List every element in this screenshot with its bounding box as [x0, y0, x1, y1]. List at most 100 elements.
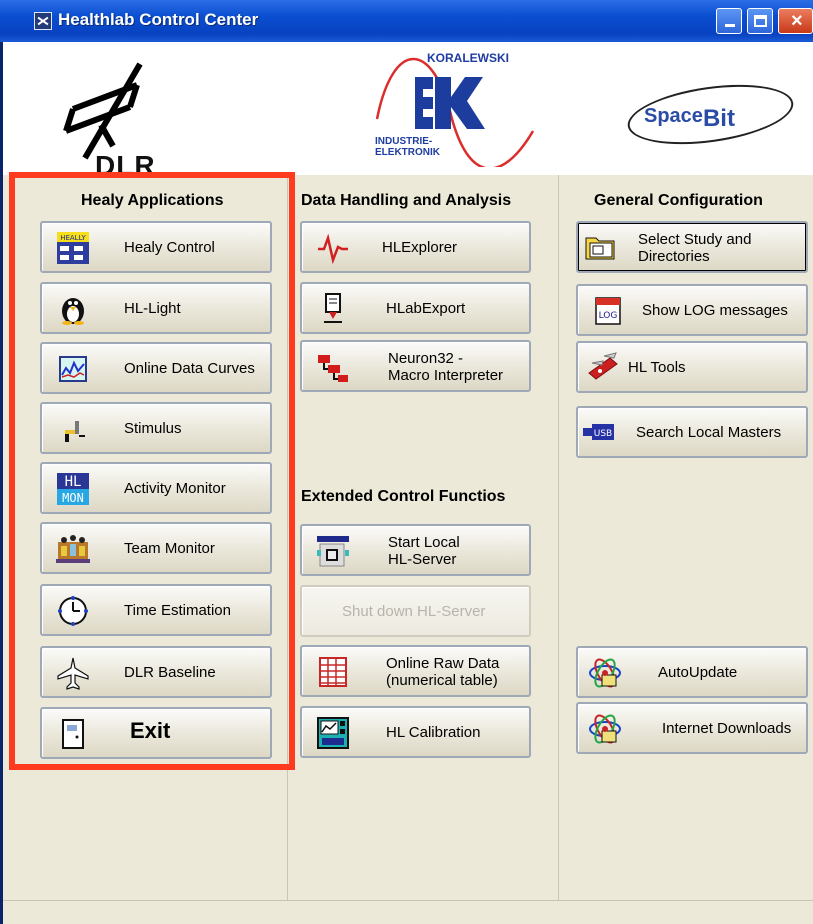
- exit-icon: [62, 719, 84, 749]
- hl-calibration-label: HL Calibration: [386, 724, 481, 741]
- log-icon: LOG: [595, 297, 621, 325]
- online-data-curves-button[interactable]: Online Data Curves: [40, 342, 272, 394]
- select-study-directories-label-line2: Directories: [638, 248, 710, 265]
- divider-left: [287, 175, 288, 905]
- start-local-hl-server-label-line2: HL-Server: [388, 551, 457, 568]
- select-study-directories-label: Select Study and Directories: [638, 231, 751, 265]
- heading-data-handling: Data Handling and Analysis: [301, 192, 512, 209]
- app-icon: [34, 12, 52, 30]
- heading-healy-applications: Healy Applications: [81, 192, 224, 209]
- usb-icon-text: USB: [594, 429, 612, 439]
- heading-extended-control: Extended Control Functios: [301, 488, 506, 505]
- show-log-messages-label: Show LOG messages: [642, 302, 788, 319]
- exit-button[interactable]: Exit: [40, 707, 272, 759]
- internet-downloads-label: Internet Downloads: [662, 720, 792, 737]
- hl-tools-button[interactable]: HL Tools: [576, 341, 808, 393]
- usb-icon: USB: [583, 424, 614, 440]
- online-data-curves-label: Online Data Curves: [124, 360, 255, 377]
- spacebit-logo-text: SpaceBit: [644, 105, 735, 133]
- hl-mon-icon: HL MON: [57, 473, 89, 505]
- window-title: Healthlab Control Center: [58, 10, 259, 29]
- stimulus-button[interactable]: Stimulus: [40, 402, 272, 454]
- penguin-icon: [62, 298, 84, 325]
- shut-down-hl-server-button[interactable]: Shut down HL-Server: [300, 585, 531, 637]
- koralewski-name: KORALEWSKI: [427, 51, 509, 65]
- time-estimation-button[interactable]: Time Estimation: [40, 584, 272, 636]
- download-icon: [589, 714, 621, 744]
- curves-icon: [59, 356, 87, 382]
- hlabexport-button[interactable]: HLabExport: [300, 282, 531, 334]
- table-icon: [319, 657, 347, 687]
- exit-label: Exit: [130, 718, 171, 743]
- start-local-hl-server-label-line1: Start Local: [388, 534, 460, 551]
- stimulus-icon: [65, 421, 85, 442]
- autoupdate-label: AutoUpdate: [658, 664, 738, 681]
- dlr-baseline-button[interactable]: DLR Baseline: [40, 646, 272, 698]
- hl-mon-text-2: MON: [62, 491, 84, 505]
- neuron-icon: [318, 355, 348, 382]
- export-icon: [324, 293, 342, 323]
- dlr-baseline-label: DLR Baseline: [124, 664, 216, 681]
- folder-icon: [585, 237, 615, 260]
- search-local-masters-label: Search Local Masters: [636, 424, 782, 441]
- logo-banner: DLR KORALEWSKI INDUSTRIE- ELEKTRONIK Spa…: [3, 42, 813, 181]
- time-estimation-label: Time Estimation: [124, 602, 231, 619]
- spacebit-word-2: Bit: [702, 105, 735, 132]
- activity-monitor-label: Activity Monitor: [124, 480, 226, 497]
- minimize-icon: [725, 24, 735, 27]
- calibration-icon: [317, 717, 349, 749]
- status-bar: [3, 900, 813, 924]
- healy-icon-text: HEALLY: [60, 234, 86, 242]
- shut-down-hl-server-label: Shut down HL-Server: [342, 603, 486, 620]
- heading-general-configuration: General Configuration: [594, 192, 763, 209]
- hlabexport-label: HLabExport: [386, 300, 466, 317]
- title-bar[interactable]: Healthlab Control Center ×: [0, 0, 813, 42]
- show-log-messages-button[interactable]: LOG Show LOG messages: [576, 284, 808, 336]
- activity-monitor-button[interactable]: HL MON Activity Monitor: [40, 462, 272, 514]
- log-icon-text: LOG: [599, 311, 618, 321]
- hl-mon-text-1: HL: [65, 474, 82, 490]
- close-button[interactable]: ×: [778, 8, 813, 34]
- koralewski-subtitle-line1: INDUSTRIE-: [375, 136, 433, 147]
- online-raw-data-label-line1: Online Raw Data: [386, 655, 500, 672]
- healy-control-button[interactable]: HEALLY Healy Control: [40, 221, 272, 273]
- team-monitor-label: Team Monitor: [124, 540, 215, 557]
- select-study-directories-button[interactable]: Select Study and Directories: [576, 221, 808, 273]
- start-local-hl-server-button[interactable]: Start Local HL-Server: [300, 524, 531, 576]
- hl-light-button[interactable]: HL-Light: [40, 282, 272, 334]
- online-raw-data-label-line2: (numerical table): [386, 672, 498, 689]
- clock-icon: [58, 596, 88, 626]
- internet-downloads-button[interactable]: Internet Downloads: [576, 702, 808, 754]
- healy-icon: HEALLY: [57, 232, 89, 264]
- hl-calibration-button[interactable]: HL Calibration: [300, 706, 531, 758]
- neuron32-label-line2: Macro Interpreter: [388, 367, 504, 384]
- airplane-icon: [57, 657, 89, 690]
- server-icon: [317, 536, 349, 567]
- spacebit-word-1: Space: [644, 105, 703, 127]
- hlexplorer-label: HLExplorer: [382, 239, 458, 256]
- close-icon: ×: [791, 10, 803, 32]
- pulse-icon: [318, 233, 348, 265]
- maximize-icon: [754, 15, 767, 27]
- minimize-button[interactable]: [716, 8, 742, 34]
- team-icon: [56, 535, 90, 563]
- select-study-directories-label-line1: Select Study and: [638, 231, 752, 248]
- search-local-masters-button[interactable]: USB Search Local Masters: [576, 406, 808, 458]
- neuron32-label-line1: Neuron32 -: [388, 350, 464, 367]
- update-icon: [589, 658, 621, 688]
- koralewski-subtitle-line2: ELEKTRONIK: [375, 147, 440, 158]
- team-monitor-button[interactable]: Team Monitor: [40, 522, 272, 574]
- koralewski-subtitle: INDUSTRIE- ELEKTRONIK: [375, 136, 440, 158]
- healy-control-label: Healy Control: [124, 239, 215, 256]
- maximize-button[interactable]: [747, 8, 773, 34]
- divider-right: [558, 175, 559, 905]
- hl-tools-label: HL Tools: [628, 359, 686, 376]
- autoupdate-button[interactable]: AutoUpdate: [576, 646, 808, 698]
- online-raw-data-button[interactable]: Online Raw Data (numerical table): [300, 645, 531, 697]
- tools-icon: [588, 352, 618, 380]
- hlexplorer-button[interactable]: HLExplorer: [300, 221, 531, 273]
- neuron32-label: Neuron32 - Macro Interpreter: [388, 350, 503, 384]
- start-local-hl-server-label: Start Local HL-Server: [388, 534, 460, 568]
- online-raw-data-label: Online Raw Data (numerical table): [386, 655, 499, 689]
- neuron32-button[interactable]: Neuron32 - Macro Interpreter: [300, 340, 531, 392]
